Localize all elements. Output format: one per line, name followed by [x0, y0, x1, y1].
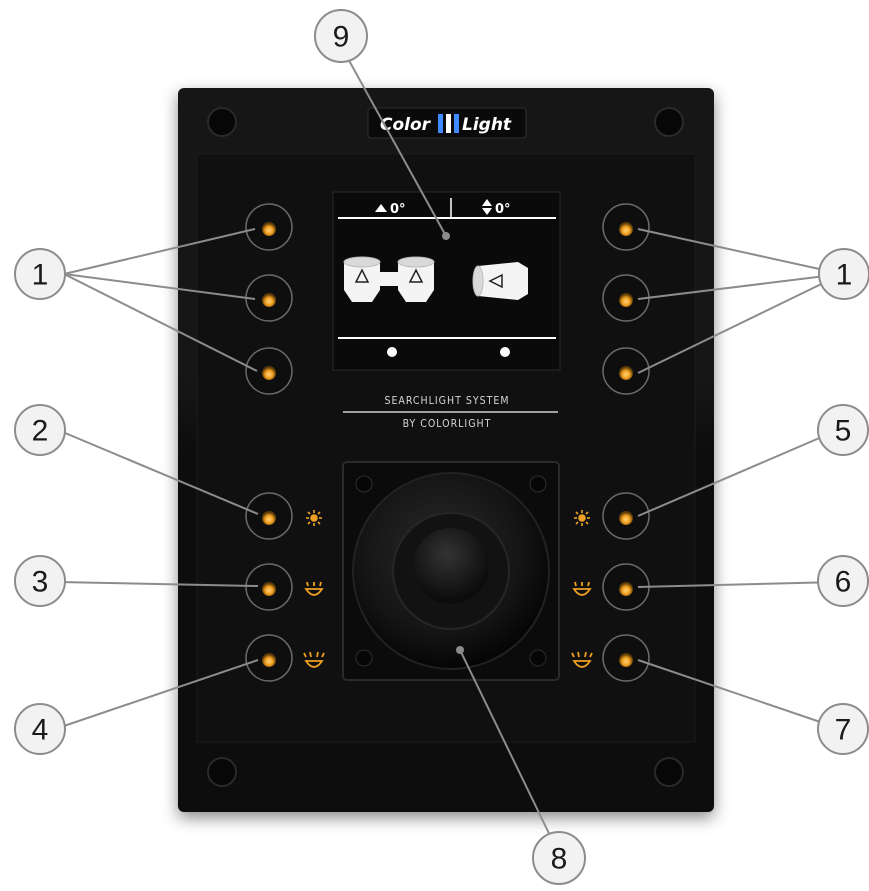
led-indicator	[619, 222, 633, 236]
callout-3: 3	[14, 555, 66, 607]
logo-right-text: Light	[462, 115, 512, 135]
right-button-1[interactable]	[602, 203, 650, 251]
callout-number: 9	[333, 21, 350, 54]
callout-5: 5	[817, 404, 869, 456]
side-lamp-icon	[472, 262, 528, 300]
brand-logo: Color Light	[367, 107, 527, 139]
callout-7: 7	[817, 703, 869, 755]
led-indicator	[262, 222, 276, 236]
callout-number: 2	[32, 415, 49, 448]
callout-number: 1	[32, 259, 49, 292]
left-low-beam-button[interactable]	[245, 563, 293, 611]
callout-number: 7	[835, 714, 852, 747]
led-indicator	[262, 582, 276, 596]
joystick-screw	[355, 649, 373, 667]
joystick-screw	[355, 475, 373, 493]
left-high-beam-button[interactable]	[245, 634, 293, 682]
joystick-cap	[413, 528, 489, 604]
callout-8: 8	[532, 831, 586, 885]
screw-top-right	[654, 107, 684, 137]
callout-number: 1	[836, 259, 853, 292]
left-brightness-button[interactable]	[245, 492, 293, 540]
screw-bottom-right	[654, 757, 684, 787]
callout-number: 5	[835, 415, 852, 448]
led-indicator	[619, 653, 633, 667]
joystick[interactable]	[342, 461, 560, 681]
led-indicator	[262, 293, 276, 307]
right-brightness-button[interactable]	[602, 492, 650, 540]
callout-6: 6	[817, 555, 869, 607]
tilt-readout: 0°	[390, 202, 406, 217]
leader-9-dot	[442, 232, 450, 240]
caption-line-2: BY COLORLIGHT	[403, 418, 492, 430]
led-indicator	[619, 582, 633, 596]
diagram-stage: Color Light 0° 0° SEARCHLIGHT SYSTEM BY …	[0, 0, 869, 891]
screw-bottom-left	[207, 757, 237, 787]
led-indicator	[262, 653, 276, 667]
left-button-3[interactable]	[245, 347, 293, 395]
sun-icon	[306, 510, 322, 526]
callout-9: 9	[314, 9, 368, 63]
callout-number: 6	[835, 566, 852, 599]
joystick-screw	[529, 649, 547, 667]
control-panel-diagram: Color Light 0° 0° SEARCHLIGHT SYSTEM BY …	[14, 9, 869, 885]
display-screen: 0° 0°	[332, 191, 561, 371]
led-indicator	[619, 293, 633, 307]
sun-icon	[574, 510, 590, 526]
logo-bars	[438, 114, 459, 133]
led-indicator	[619, 366, 633, 380]
lamp-indicator-left	[387, 347, 397, 357]
led-indicator	[262, 366, 276, 380]
screw-top-left	[207, 107, 237, 137]
callout-number: 4	[32, 714, 49, 747]
joystick-screw	[529, 475, 547, 493]
callout-1-right: 1	[818, 248, 869, 300]
led-indicator	[262, 511, 276, 525]
callout-1-left: 1	[14, 248, 66, 300]
callout-number: 3	[32, 566, 49, 599]
left-button-1[interactable]	[245, 203, 293, 251]
pan-readout: 0°	[495, 202, 511, 217]
leader-8-dot	[456, 646, 464, 654]
led-indicator	[619, 511, 633, 525]
callout-2: 2	[14, 404, 66, 456]
caption-line-1: SEARCHLIGHT SYSTEM	[384, 395, 509, 407]
left-lamp-buttons	[245, 492, 293, 682]
lamp-indicator-right	[500, 347, 510, 357]
callout-4: 4	[14, 703, 66, 755]
callout-number: 8	[551, 843, 568, 876]
right-high-beam-button[interactable]	[602, 634, 650, 682]
